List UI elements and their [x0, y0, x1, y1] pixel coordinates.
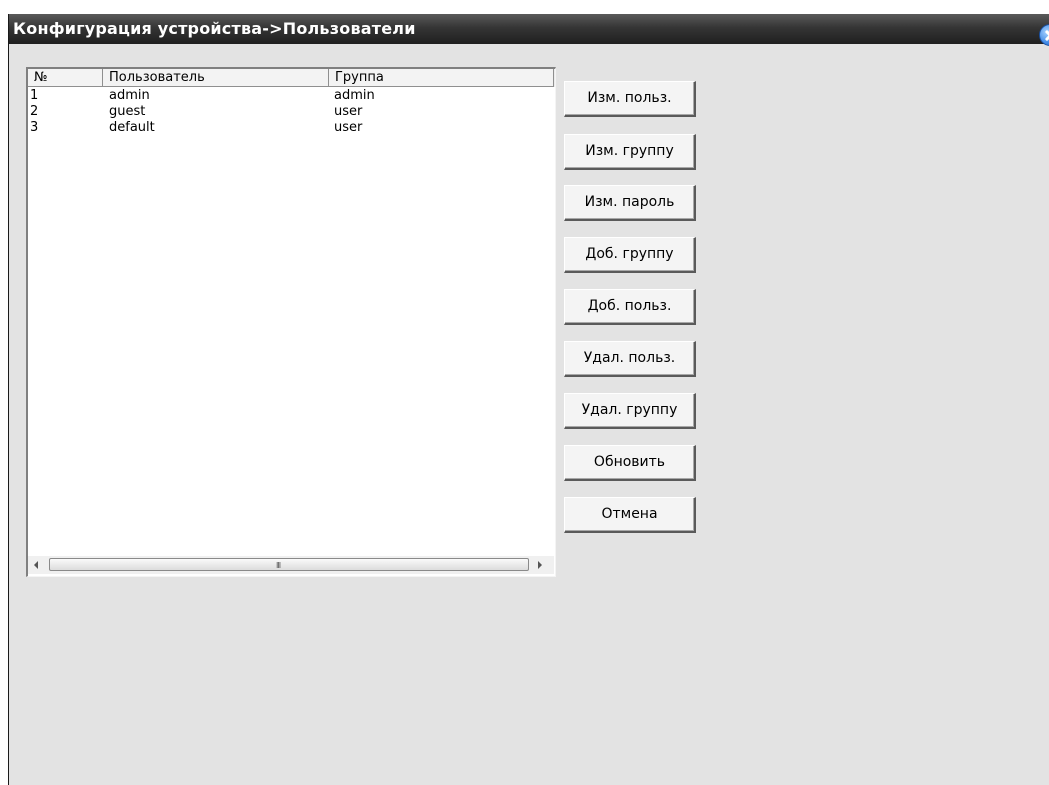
horizontal-scrollbar[interactable]: III [28, 556, 554, 574]
arrow-left-icon[interactable] [34, 561, 38, 569]
scrollbar-thumb[interactable]: III [49, 558, 529, 571]
window-title: Конфигурация устройства->Пользователи [13, 19, 416, 38]
row-user: admin [109, 88, 150, 103]
add-user-button[interactable]: Доб. польз. [564, 289, 696, 325]
title-bar: Конфигурация устройства->Пользователи [9, 14, 1049, 44]
row-group: user [334, 104, 363, 119]
scrollbar-grip: III [276, 561, 281, 570]
delete-user-button[interactable]: Удал. польз. [564, 341, 696, 377]
list-header: № Пользователь Группа [28, 69, 555, 87]
cancel-button[interactable]: Отмена [564, 497, 696, 533]
row-group: user [334, 120, 363, 135]
column-header-group[interactable]: Группа [329, 69, 554, 87]
row-number: 3 [30, 120, 39, 135]
edit-password-button[interactable]: Изм. пароль [564, 185, 696, 221]
table-row[interactable]: 1 admin admin [28, 88, 555, 104]
delete-group-button[interactable]: Удал. группу [564, 393, 696, 429]
column-header-number[interactable]: № [28, 69, 103, 87]
row-user: guest [109, 104, 146, 119]
row-group: admin [334, 88, 375, 103]
add-group-button[interactable]: Доб. группу [564, 237, 696, 273]
edit-user-button[interactable]: Изм. польз. [564, 81, 696, 117]
table-row[interactable]: 2 guest user [28, 104, 555, 120]
row-number: 2 [30, 104, 39, 119]
refresh-button[interactable]: Обновить [564, 445, 696, 481]
edit-group-button[interactable]: Изм. группу [564, 134, 696, 170]
row-user: default [109, 120, 155, 135]
row-number: 1 [30, 88, 39, 103]
table-row[interactable]: 3 default user [28, 120, 555, 136]
column-header-user[interactable]: Пользователь [103, 69, 329, 87]
list-body: 1 admin admin 2 guest user 3 default use… [28, 88, 555, 136]
arrow-right-icon[interactable] [538, 561, 542, 569]
users-list[interactable]: № Пользователь Группа 1 admin admin 2 gu… [26, 67, 556, 577]
users-config-window: Конфигурация устройства->Пользователи № … [8, 14, 1049, 785]
